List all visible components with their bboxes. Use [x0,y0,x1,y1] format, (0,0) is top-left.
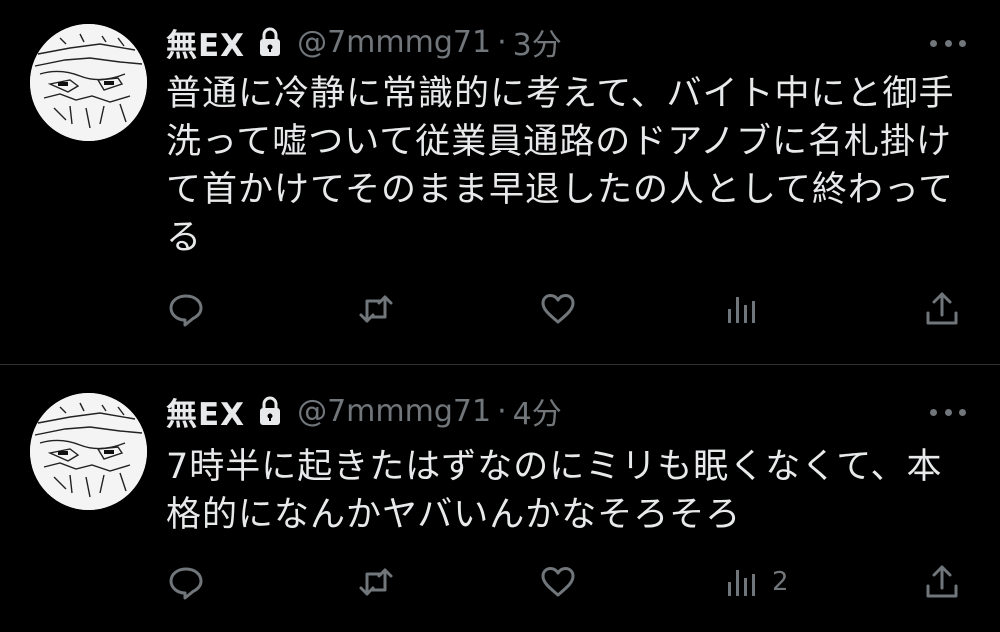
views-icon [722,562,762,602]
reply-button[interactable] [166,287,216,331]
more-icon[interactable] [930,407,966,417]
username[interactable]: @7mmmg71 [297,394,491,429]
retweet-button[interactable] [356,560,406,604]
tweet-actions: 2 [166,560,966,604]
display-name[interactable]: 無EX [166,20,245,65]
avatar-drawing [30,24,147,141]
separator: · [497,393,507,429]
avatar[interactable] [30,393,147,510]
retweet-icon [356,562,396,602]
share-icon [922,289,962,329]
retweet-button[interactable] [356,287,406,331]
retweet-icon [356,289,396,329]
reply-button[interactable] [166,560,216,604]
like-icon [538,289,578,329]
more-icon[interactable] [930,38,966,48]
views-button[interactable]: 2 [722,560,789,604]
tweet-text: 7時半に起きたはずなのにミリも眠くなくて、本格的になんかヤバいんかなそろそろ [166,447,943,535]
avatar[interactable] [30,24,147,141]
tweet-actions [166,287,966,331]
reply-icon [166,289,206,329]
reply-icon [166,562,206,602]
tweet-text: 普通に冷静に常識的に考えて、バイト中にと御手洗って嘘ついて従業員通路のドアノブに… [166,74,955,258]
views-button[interactable] [722,287,772,331]
avatar-drawing [30,393,147,510]
tweet[interactable]: 無EX @7mmmg71 · 4分 7時半に起きたはずなのにミリも眠くなくて、本… [0,365,1000,632]
share-button[interactable] [922,560,962,604]
separator: · [497,24,507,60]
timestamp[interactable]: 3分 [513,20,562,64]
tweet[interactable]: 無EX @7mmmg71 · 3分 普通に冷静に常識的に考えて、バイト中にと御手… [0,0,1000,364]
lock-icon [257,396,283,426]
lock-icon [257,27,283,57]
like-button[interactable] [538,560,588,604]
share-button[interactable] [922,287,962,331]
views-icon [722,289,762,329]
view-count: 2 [772,567,789,597]
username[interactable]: @7mmmg71 [297,25,491,60]
share-icon [922,562,962,602]
tweet-header: 無EX @7mmmg71 · 4分 [166,389,562,434]
tweet-header: 無EX @7mmmg71 · 3分 [166,20,562,65]
like-icon [538,562,578,602]
display-name[interactable]: 無EX [166,389,245,434]
timestamp[interactable]: 4分 [513,389,562,433]
like-button[interactable] [538,287,588,331]
